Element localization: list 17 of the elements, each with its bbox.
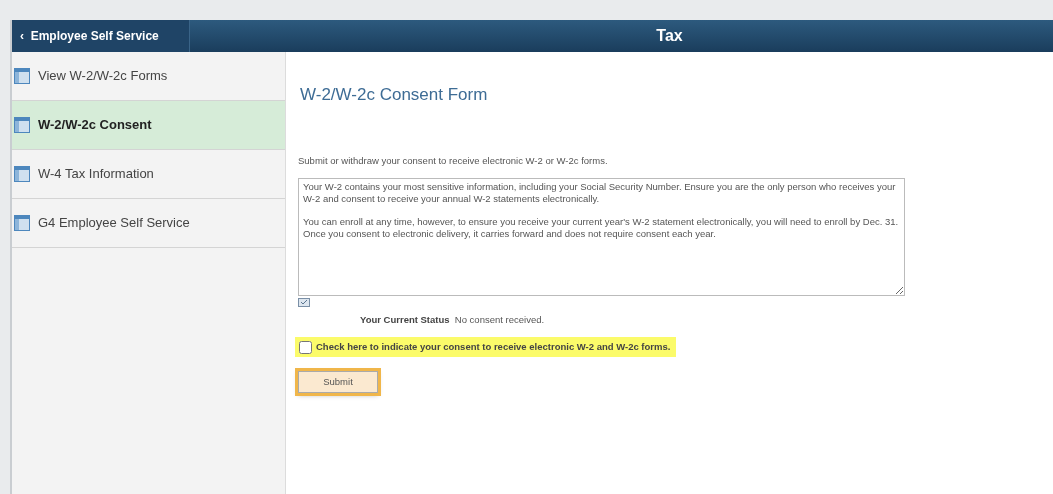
instructions-text: Submit or withdraw your consent to receive electronic W-2 or W-2c forms. — [298, 153, 608, 168]
page-icon — [14, 117, 30, 133]
consent-notice-field[interactable]: Your W-2 contains your most sensitive information, including your Social Security Number. Ensure you are the only person who receives your W-2 and consent to receive your annual W-2 statements electronically. You can enroll at any time, however, to ensure you receive your current year's W-2 statement electronically, you will need to enroll by Dec. 31. Once you consent to electronic delivery, it carries forward and does not require consent each year. — [298, 177, 905, 296]
sidebar-item[interactable]: W-2/W-2c Consent — [12, 101, 285, 150]
page-title: Tax — [655, 26, 684, 46]
current-status-text: Your Current Status No consent received. — [360, 312, 545, 327]
sidebar-item[interactable]: G4 Employee Self Service — [12, 199, 285, 248]
page-icon — [14, 215, 30, 231]
sidebar-item[interactable]: W-4 Tax Information — [12, 150, 285, 199]
page-icon — [14, 166, 30, 182]
consent-checkbox[interactable] — [299, 340, 312, 354]
consent-checkbox-label[interactable]: Check here to indicate your consent to receive electronic W-2 and W-2c forms. — [295, 337, 677, 358]
back-button[interactable]: ‹ Employee Self Service — [12, 20, 190, 52]
spellcheck-icon[interactable] — [298, 297, 310, 309]
form-title: W-2/W-2c Consent Form — [300, 84, 488, 106]
submit-button[interactable]: Submit — [298, 371, 378, 394]
page-icon — [14, 68, 30, 84]
